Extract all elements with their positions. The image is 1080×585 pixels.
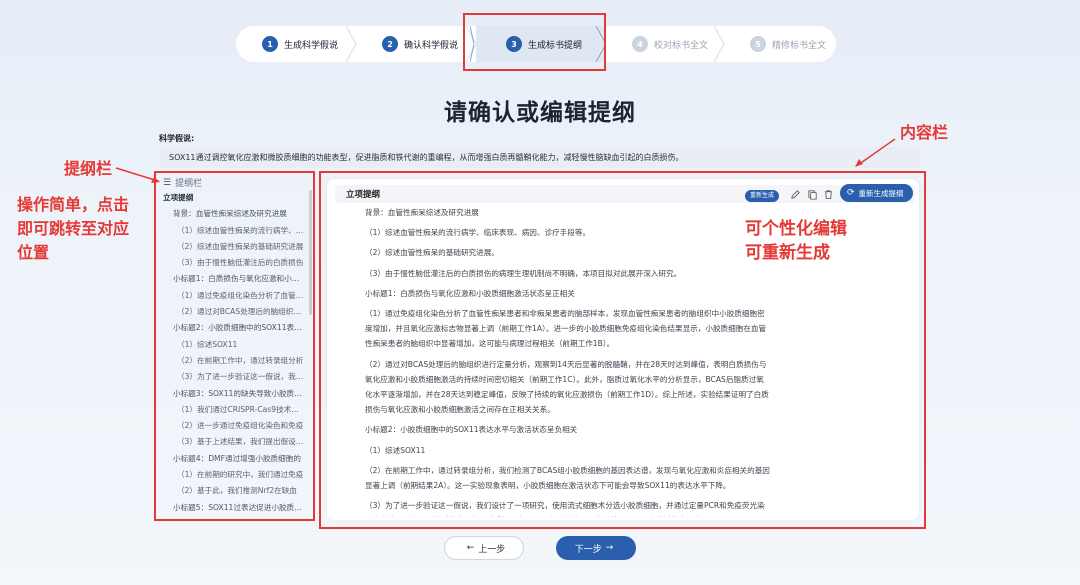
content-paragraph: （1）通过免疫组化染色分析了血管性痴呆患者和非痴呆患者的脑部样本，发现血管性痴呆…: [365, 309, 767, 349]
hypothesis-label: 科学假说:: [159, 134, 195, 143]
arrow-left-icon: ←: [466, 543, 475, 553]
outline-subitem[interactable]: （3）基于上述结果，我们提出假设SOX11: [158, 434, 310, 450]
content-paragraph: （2）通过对BCAS处理后的脑组织进行定量分析，观察到14天后显著的脱髓鞘，并在…: [365, 359, 769, 415]
outline-header-label: 提纲栏: [175, 179, 203, 189]
annotation-outline-desc: 操作简单，点击 即可跳转至对应 位置: [17, 193, 157, 265]
delete-icon[interactable]: [823, 189, 834, 200]
content-paragraph: 小标题1：白质损伤与氧化应激和小胶质细胞激活状态呈正相关: [365, 288, 575, 298]
outline-section-item[interactable]: 背景：血管性痴呆综述及研究进展: [158, 206, 310, 222]
content-paragraph: （2）综述血管性痴呆的基础研究进展。: [365, 248, 499, 258]
outline-subitem[interactable]: （1）综述SOX11: [158, 337, 310, 353]
outline-section-item[interactable]: 小标题1：白质损伤与氧化应激和小胶质细胞: [158, 271, 310, 287]
outline-section-item[interactable]: 小标题2：小胶质细胞中的SOX11表达水平: [158, 320, 310, 336]
content-paragraph: （1）综述SOX11: [365, 445, 426, 455]
outline-section-item[interactable]: 小标题3：SOX11的缺失导致小胶质细胞: [158, 386, 310, 402]
outline-subitem[interactable]: （3）为了进一步验证这一假说，我们设计: [158, 369, 310, 385]
step-5[interactable]: 5 精修标书全文: [724, 26, 836, 62]
step-number: 4: [632, 36, 648, 52]
outline-subitem[interactable]: （1）在前期的研究中，我们通过免疫: [158, 467, 310, 483]
content-paragraph: （3）为了进一步验证这一假说，我们设计了一项研究，使用流式细胞术分选小胶质细胞，…: [365, 501, 765, 517]
refresh-icon: ⟳: [847, 188, 855, 198]
annotation-outline-bar: 提纲栏: [64, 159, 113, 178]
arrow-right-icon: →: [605, 543, 614, 553]
next-step-button[interactable]: 下一步 →: [556, 536, 636, 560]
step-1[interactable]: 1 生成科学假说: [236, 26, 357, 62]
step-number: 2: [382, 36, 398, 52]
previous-step-button[interactable]: ← 上一步: [444, 536, 524, 560]
active-step-highlight: [463, 13, 606, 71]
outline-scrollbar[interactable]: [309, 190, 312, 315]
outline-header: ☰ 提纲栏: [163, 176, 203, 190]
step-4[interactable]: 4 校对标书全文: [606, 26, 725, 62]
content-paragraph: （1）综述血管性痴呆的流行病学、临床表现、病因、诊疗手段等。: [365, 228, 591, 238]
step-2[interactable]: 2 确认科学假说: [356, 26, 477, 62]
outline-subitem[interactable]: （2）进一步通过免疫组化染色和免疫: [158, 418, 310, 434]
section-title: 立项提纲: [346, 190, 381, 200]
outline-content-editor[interactable]: 背景：血管性痴呆综述及研究进展 （1）综述血管性痴呆的流行病学、临床表现、病因、诊…: [365, 205, 770, 517]
next-step-label: 下一步: [574, 544, 602, 555]
outline-subitem[interactable]: （3）由于慢性脑低灌注后的白质损伤: [158, 255, 310, 271]
regenerate-section-button[interactable]: 重新生成: [745, 190, 780, 202]
outline-subitem[interactable]: （2）在前期工作中，通过转录组分析: [158, 353, 310, 369]
outline-list: 立项提纲背景：血管性痴呆综述及研究进展（1）综述血管性痴呆的流行病学、临床表现（…: [158, 190, 310, 518]
step-number: 1: [262, 36, 278, 52]
annotation-content-bar: 内容栏: [900, 123, 949, 142]
step-number: 5: [750, 36, 766, 52]
outline-subitem[interactable]: （1）综述血管性痴呆的流行病学、临床表现: [158, 223, 310, 239]
hypothesis-text: SOX11通过调控氧化应激和微胶质细胞的功能表型，促进脂质和铁代谢的重编程，从而…: [159, 147, 921, 168]
step-label: 校对标书全文: [654, 40, 709, 51]
outline-subitem[interactable]: （2）通过对BCAS处理后的脑组织进行: [158, 304, 310, 320]
content-paragraph: （3）由于慢性脑低灌注后的白质损伤的病理生理机制尚不明确，本项目拟对此展开深入研…: [365, 268, 682, 278]
regenerate-outline-button[interactable]: ⟳ 重新生成提纲: [840, 184, 913, 202]
annotation-line: 可重新生成: [745, 243, 830, 263]
outline-subitem[interactable]: （2）综述血管性痴呆的基础研究进展: [158, 239, 310, 255]
content-paragraph: （2）在前期工作中，通过转录组分析，我们检测了BCAS组小胶质细胞的基因表达谱，…: [365, 465, 770, 491]
outline-section-item[interactable]: 小标题5：SOX11过表达促进小胶质细胞: [158, 500, 310, 516]
annotation-line: 操作简单，点击: [17, 195, 130, 214]
outline-subitem[interactable]: （2）基于此，我们推测Nrf2在缺血: [158, 483, 310, 499]
list-icon: ☰: [163, 177, 172, 188]
arrow-outline: [115, 167, 159, 182]
copy-icon[interactable]: [807, 189, 818, 200]
step-label: 确认科学假说: [404, 40, 459, 51]
regenerate-outline-label: 重新生成提纲: [858, 188, 904, 198]
outline-subitem[interactable]: （1）通过免疫组化染色分析了血管性痴呆: [158, 288, 310, 304]
annotation-line: 位置: [17, 243, 50, 262]
annotation-edit-desc: 可个性化编辑 可重新生成: [745, 217, 847, 265]
step-label: 精修标书全文: [772, 40, 827, 51]
edit-icon[interactable]: [790, 189, 801, 200]
content-paragraph: 小标题2：小胶质细胞中的SOX11表达水平与激活状态呈负相关: [365, 425, 578, 435]
outline-subitem[interactable]: （1）我们通过CRISPR-Cas9技术敲除: [158, 402, 310, 418]
previous-step-label: 上一步: [478, 544, 506, 555]
chevron-left-edge-icon: [470, 26, 474, 62]
content-paragraph: 背景：血管性痴呆综述及研究进展: [365, 208, 479, 217]
outline-section-item[interactable]: 小标题4：DMF通过增强小胶质细胞的: [158, 451, 310, 467]
outline-root-item[interactable]: 立项提纲: [158, 190, 310, 206]
step-label: 生成科学假说: [284, 40, 339, 51]
annotation-line: 即可跳转至对应: [17, 219, 130, 238]
annotation-line: 可个性化编辑: [745, 219, 847, 239]
